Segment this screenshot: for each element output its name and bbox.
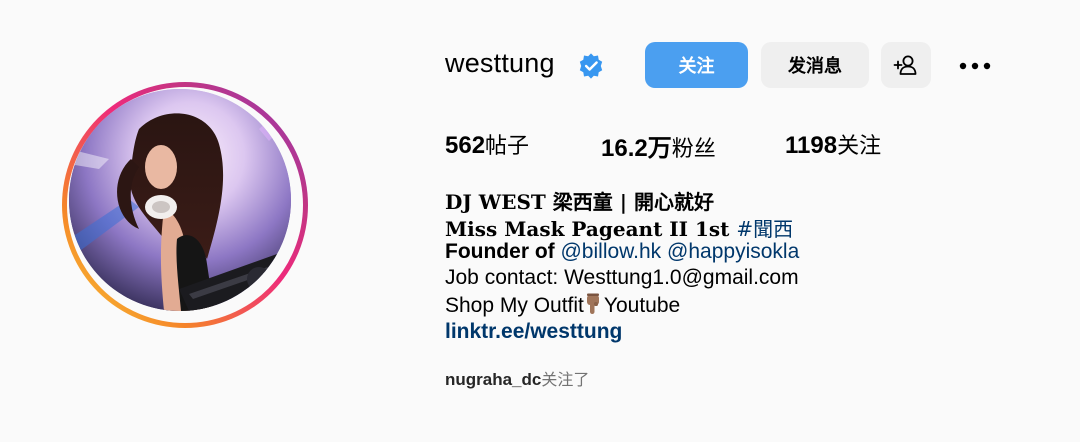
avatar-story-ring[interactable] xyxy=(62,82,308,328)
suggested-accounts-button[interactable] xyxy=(881,42,931,88)
more-horizontal-icon[interactable] xyxy=(955,54,995,78)
bio-mention-billow[interactable]: @billow.hk xyxy=(560,240,661,263)
followers-count[interactable]: 16.2万粉丝 xyxy=(601,128,716,163)
following-label: 关注 xyxy=(837,134,882,159)
following-count[interactable]: 1198关注 xyxy=(785,128,881,160)
posts-count: 562帖子 xyxy=(445,128,529,160)
bio-contact-line: Job contact: Westtung1.0@gmail.com xyxy=(445,266,799,289)
bio-hashtag-link[interactable]: #聞西 xyxy=(736,217,793,241)
bio-shop-prefix: Shop My Outfit xyxy=(445,294,584,317)
bio-founder-prefix: Founder of xyxy=(445,240,561,263)
posts-label: 帖子 xyxy=(485,134,530,159)
bio-external-link[interactable]: linktr.ee/westtung xyxy=(445,320,622,344)
posts-number: 562 xyxy=(445,132,486,159)
avatar[interactable] xyxy=(69,89,291,311)
message-button[interactable]: 发消息 xyxy=(761,42,869,88)
bio-display-name: DJ WEST 梁西童 | 開心就好 xyxy=(445,190,714,214)
following-number: 1198 xyxy=(785,132,838,159)
bio-shop-line: Shop My Outfit Youtube xyxy=(445,293,680,318)
bio-title-text: Miss Mask Pageant II 1st xyxy=(445,217,737,241)
person-add-icon xyxy=(893,55,917,75)
followed-by-username: nugraha_dc xyxy=(445,370,542,389)
bio-shop-suffix: Youtube xyxy=(603,294,681,317)
follow-button[interactable]: 关注 xyxy=(645,42,748,88)
username: westtung xyxy=(445,48,555,78)
followed-by-suffix: 关注了 xyxy=(541,370,590,389)
profile-header: westtung 关注 发消息 562帖子 16.2万粉丝 1198关注 DJ … xyxy=(0,0,1080,442)
bio-founder-line: Founder of @billow.hk @happyisokla xyxy=(445,240,799,264)
followers-number: 16.2万 xyxy=(601,135,672,162)
pointing-down-hand-icon xyxy=(586,293,599,314)
followed-by[interactable]: nugraha_dc关注了 xyxy=(445,366,589,390)
bio-mention-happyisokla[interactable]: @happyisokla xyxy=(667,240,799,263)
verified-badge-icon xyxy=(579,53,603,79)
followers-label: 粉丝 xyxy=(671,137,716,162)
bio-title-line: Miss Mask Pageant II 1st #聞西 xyxy=(445,213,793,242)
avatar-image xyxy=(69,89,291,311)
